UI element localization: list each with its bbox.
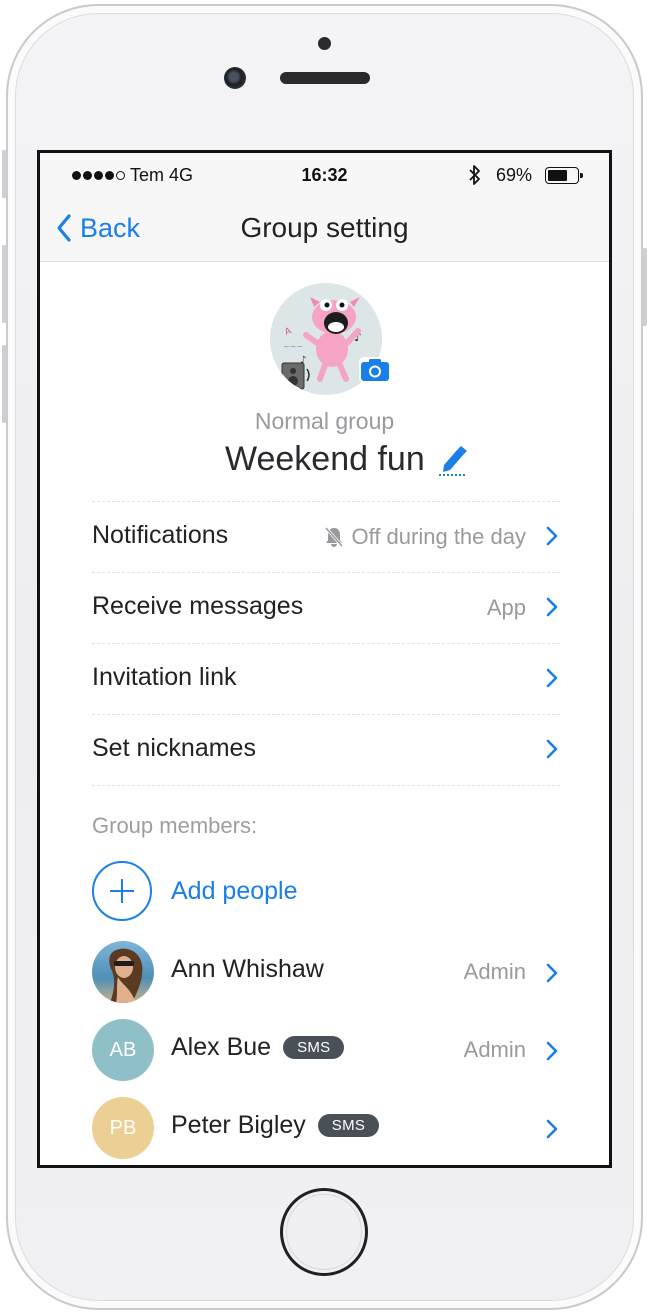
chevron-right-icon: [546, 1119, 558, 1139]
avatar: [92, 941, 154, 1003]
front-camera: [224, 67, 246, 89]
receive-messages-value: App: [486, 595, 526, 620]
avatar: AB: [92, 1019, 154, 1081]
group-type-label: Normal group: [254, 408, 395, 434]
screen: Tem 4G 16:32 69% Back Group setting A ~~…: [37, 150, 612, 1168]
bell-off-icon: [324, 527, 343, 547]
battery-percent: 69%: [496, 165, 533, 185]
avatar-initials: AB: [109, 1038, 137, 1061]
battery-nub: [580, 173, 583, 178]
volume-down-button: [2, 345, 7, 423]
avatar: PB: [92, 1097, 154, 1159]
member-name-text: Alex Bue: [171, 1033, 272, 1061]
pencil-edit-icon[interactable]: [438, 443, 468, 477]
camera-icon[interactable]: [358, 356, 392, 384]
receive-messages-row[interactable]: Receive messages App: [92, 572, 560, 642]
home-button[interactable]: [280, 1188, 368, 1276]
member-name-text: Peter Bigley: [171, 1111, 306, 1139]
member-name: Alex Bue SMS: [171, 1033, 345, 1062]
member-row-peter-bigley[interactable]: PB Peter Bigley SMS: [92, 1097, 560, 1163]
mute-switch: [2, 150, 7, 198]
row-value: Off during the day: [324, 524, 527, 550]
chevron-right-icon: [546, 1041, 558, 1061]
row-label: Set nicknames: [92, 734, 256, 762]
row-label: Invitation link: [92, 663, 237, 691]
member-row-ann-whishaw[interactable]: Ann Whishaw Admin: [92, 941, 560, 1007]
set-nicknames-row[interactable]: Set nicknames: [92, 714, 560, 786]
chevron-right-icon: [546, 668, 558, 688]
add-people-label: Add people: [171, 876, 298, 905]
row-label: Notifications: [92, 521, 229, 549]
svg-text:~~~: ~~~: [283, 342, 303, 351]
member-row-alex-bue[interactable]: AB Alex Bue SMS Admin: [92, 1019, 560, 1085]
navigation-bar: Back Group setting: [40, 198, 609, 262]
chevron-right-icon: [546, 963, 558, 983]
group-members-label: Group members:: [92, 813, 258, 838]
chevron-right-icon: [546, 597, 558, 617]
row-label: Receive messages: [92, 592, 304, 620]
notifications-value: Off during the day: [351, 524, 527, 549]
status-bar: Tem 4G 16:32 69%: [40, 153, 609, 198]
page-title: Group setting: [240, 212, 409, 243]
earpiece-speaker: [280, 72, 370, 84]
proximity-sensor: [318, 37, 331, 50]
battery-fill: [548, 170, 567, 181]
battery-icon: [545, 167, 583, 184]
sms-badge: SMS: [283, 1036, 345, 1059]
group-name: Weekend fun: [225, 440, 425, 478]
invitation-link-row[interactable]: Invitation link: [92, 643, 560, 713]
bluetooth-icon: [469, 165, 480, 185]
chevron-right-icon: [546, 526, 558, 546]
sms-badge: SMS: [317, 1114, 380, 1137]
avatar-initials: PB: [109, 1116, 137, 1139]
member-role: Admin: [463, 959, 526, 984]
member-role: Admin: [463, 1037, 526, 1062]
volume-up-button: [2, 245, 7, 323]
member-photo: [92, 941, 154, 1003]
chevron-right-icon: [546, 739, 558, 759]
notifications-row[interactable]: Notifications Off during the day: [92, 501, 560, 571]
member-name: Peter Bigley SMS: [171, 1111, 380, 1140]
member-name: Ann Whishaw: [171, 955, 324, 983]
power-button: [642, 248, 647, 326]
add-people-button[interactable]: Add people: [92, 859, 298, 923]
plus-icon: [92, 861, 152, 921]
